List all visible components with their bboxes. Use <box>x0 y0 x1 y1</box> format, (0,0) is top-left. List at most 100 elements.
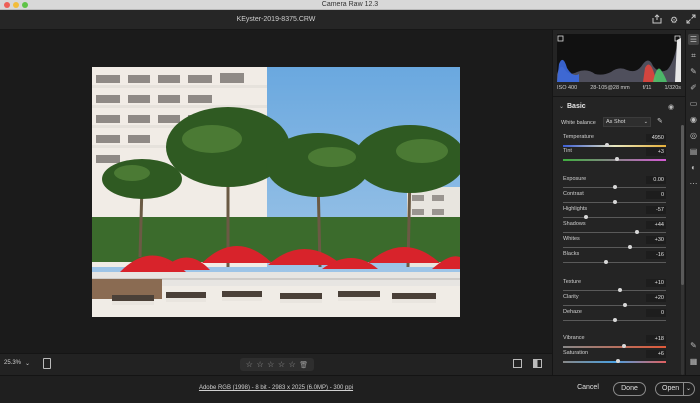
spot-removal-icon[interactable]: ✎ <box>688 66 699 77</box>
chevron-down-icon[interactable]: ⌄ <box>25 360 30 367</box>
canvas-toolbar: 25.3% ⌄ ☆ ☆ ☆ ☆ ☆ 🗑 <box>0 353 552 375</box>
eye-icon[interactable]: ◉ <box>668 103 674 111</box>
star-icon[interactable]: ☆ <box>256 360 263 369</box>
slider-value-field[interactable]: 0 <box>646 309 666 317</box>
slider-tint[interactable]: Tint +3 <box>561 148 666 165</box>
trash-icon[interactable]: 🗑 <box>299 361 308 369</box>
chevron-down-icon[interactable]: ⌄ <box>682 383 691 395</box>
slider-track[interactable] <box>563 247 666 248</box>
slider-dehaze[interactable]: Dehaze 0 <box>561 309 666 326</box>
eyedropper-icon[interactable]: ✎ <box>657 117 663 125</box>
document-header: KEyster-2019-8375.CRW ⚙ <box>0 10 700 30</box>
slider-value-field[interactable]: +6 <box>646 350 666 358</box>
slider-thumb[interactable] <box>583 215 588 219</box>
file-name: KEyster-2019-8375.CRW <box>236 16 316 23</box>
brush-icon[interactable]: ✐ <box>688 82 699 93</box>
camera-raw-window: Camera Raw 12.3 KEyster-2019-8375.CRW ⚙ <box>0 0 700 403</box>
slider-value-field[interactable]: -57 <box>646 206 666 214</box>
slider-value-field[interactable]: +18 <box>646 335 666 343</box>
presets-icon[interactable]: ◐ <box>688 162 699 173</box>
more-icon[interactable]: ⋯ <box>688 178 699 189</box>
slider-label: Whites <box>563 236 580 242</box>
slider-label: Clarity <box>563 294 579 300</box>
slider-blacks[interactable]: Blacks -16 <box>561 251 666 268</box>
slider-value-field[interactable]: +30 <box>646 236 666 244</box>
slider-track[interactable] <box>563 145 666 147</box>
open-button[interactable]: Open ⌄ <box>655 382 695 396</box>
slider-track[interactable] <box>563 217 666 218</box>
slider-track[interactable] <box>563 232 666 233</box>
radial-filter-icon[interactable]: ◉ <box>688 114 699 125</box>
star-icon[interactable]: ☆ <box>267 360 274 369</box>
slider-label: Highlights <box>563 206 588 212</box>
expand-icon[interactable] <box>685 14 697 26</box>
slider-label: Shadows <box>563 221 586 227</box>
aperture-value: f/11 <box>642 85 652 91</box>
white-balance-label: White balance <box>561 120 596 126</box>
star-icon[interactable]: ☆ <box>246 360 253 369</box>
single-view-icon[interactable] <box>513 359 522 368</box>
slider-label: Exposure <box>563 176 587 182</box>
open-button-label: Open <box>662 385 680 392</box>
slider-value-field[interactable]: +10 <box>646 279 666 287</box>
slider-value-field[interactable]: +20 <box>646 294 666 302</box>
slider-track[interactable] <box>563 262 666 263</box>
done-button[interactable]: Done <box>613 382 646 396</box>
slider-label: Saturation <box>563 350 589 356</box>
cancel-button[interactable]: Cancel <box>570 382 606 396</box>
star-icon[interactable]: ☆ <box>278 360 285 369</box>
panel-scrollbar[interactable] <box>681 125 684 375</box>
slider-track[interactable] <box>563 305 666 306</box>
white-balance-select[interactable]: As Shot ⌄ <box>603 117 651 127</box>
snapshots-icon[interactable]: ▤ <box>688 146 699 157</box>
grid-icon[interactable]: ▦ <box>688 356 699 367</box>
slider-thumb[interactable] <box>612 185 617 189</box>
slider-value-field[interactable]: +3 <box>646 148 666 156</box>
slider-thumb[interactable] <box>612 200 617 204</box>
slider-track[interactable] <box>563 361 666 363</box>
filmstrip-icon[interactable] <box>43 358 51 369</box>
slider-saturation[interactable]: Saturation +6 <box>561 350 666 367</box>
sliders-icon[interactable]: ☰ <box>688 34 699 45</box>
scroll-thumb[interactable] <box>681 125 684 285</box>
workflow-options-link[interactable]: Adobe RGB (1998) - 8 bit - 2983 x 2025 (… <box>0 385 552 391</box>
slider-thumb[interactable] <box>617 288 622 292</box>
gear-icon[interactable]: ⚙ <box>668 14 680 26</box>
star-rating[interactable]: ☆ ☆ ☆ ☆ ☆ 🗑 <box>240 358 314 371</box>
slider-thumb[interactable] <box>622 303 627 307</box>
slider-thumb[interactable] <box>604 260 609 264</box>
image-canvas[interactable] <box>0 30 552 353</box>
slider-thumb[interactable] <box>612 318 617 322</box>
slider-track[interactable] <box>563 346 666 348</box>
zoom-level[interactable]: 25.3% <box>4 360 21 366</box>
iso-value: ISO 400 <box>557 85 578 91</box>
slider-value-field[interactable]: 4950 <box>646 134 666 142</box>
slider-thumb[interactable] <box>614 157 619 161</box>
footer-bar: Adobe RGB (1998) - 8 bit - 2983 x 2025 (… <box>0 375 700 403</box>
red-eye-icon[interactable]: ◎ <box>688 130 699 141</box>
slider-thumb[interactable] <box>621 344 626 348</box>
slider-value-field[interactable]: 0 <box>646 191 666 199</box>
divider <box>553 96 686 97</box>
share-icon[interactable] <box>651 14 663 26</box>
edit-panel: ISO 400 28-105@28 mm f/11 1/320s ⌄ Basic… <box>552 30 686 375</box>
slider-label: Vibrance <box>563 335 585 341</box>
slider-thumb[interactable] <box>615 359 620 363</box>
slider-value-field[interactable]: -16 <box>646 251 666 259</box>
chevron-down-icon[interactable]: ⌄ <box>559 103 564 110</box>
sample-icon[interactable]: ✎ <box>688 340 699 351</box>
basic-section-title[interactable]: Basic <box>567 103 586 110</box>
slider-value-field[interactable]: +44 <box>646 221 666 229</box>
lens-value: 28-105@28 mm <box>590 85 630 91</box>
exif-info: ISO 400 28-105@28 mm f/11 1/320s <box>557 85 681 91</box>
before-after-icon[interactable] <box>533 359 542 368</box>
slider-thumb[interactable] <box>635 230 640 234</box>
crop-icon[interactable]: ⌗ <box>688 50 699 61</box>
star-icon[interactable]: ☆ <box>289 360 296 369</box>
slider-value-field[interactable]: 0.00 <box>646 176 666 184</box>
photo-preview[interactable] <box>92 67 460 317</box>
slider-track[interactable] <box>563 290 666 291</box>
graduated-filter-icon[interactable]: ▭ <box>688 98 699 109</box>
slider-thumb[interactable] <box>627 245 632 249</box>
shutter-value: 1/320s <box>664 85 681 91</box>
